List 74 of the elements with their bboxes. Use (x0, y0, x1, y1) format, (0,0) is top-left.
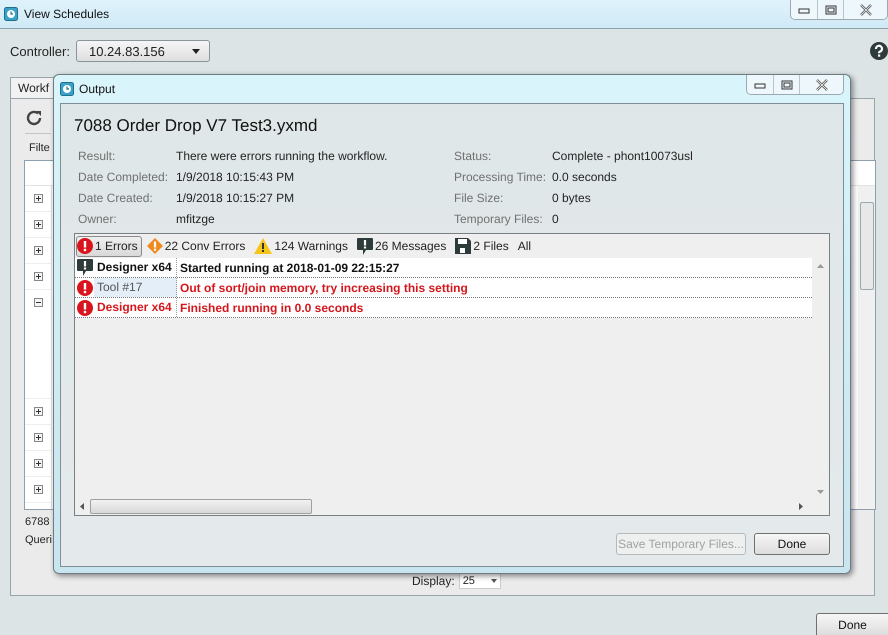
controller-label: Controller: (10, 44, 70, 58)
scroll-left-icon[interactable] (80, 503, 84, 510)
message-text: Out of sort/join memory, try increasing this setting (179, 280, 468, 294)
message-source[interactable]: Tool #17 (94, 278, 177, 297)
expander-icon[interactable] (34, 433, 42, 442)
refresh-icon[interactable] (25, 109, 43, 127)
done-button[interactable]: Done (754, 533, 830, 555)
detail-label: File Size: (454, 190, 504, 204)
filter-button[interactable]: 26 Messages (356, 236, 450, 256)
detail-value: 0 bytes (552, 190, 591, 204)
detail-label: Status: (454, 148, 492, 162)
clock-icon (60, 82, 74, 96)
close-icon (814, 78, 828, 90)
expander-icon[interactable] (34, 220, 42, 229)
close-button[interactable] (799, 75, 843, 94)
warning-icon (254, 238, 272, 254)
filter-button[interactable]: 22 Conv Errors (146, 236, 250, 256)
maximize-button[interactable] (773, 75, 799, 94)
expander-icon[interactable] (34, 459, 42, 468)
filter-button[interactable]: All (516, 236, 536, 256)
message-text: Finished running in 0.0 seconds (179, 300, 364, 314)
detail-label: Temporary Files: (454, 212, 544, 226)
message-icon (356, 238, 373, 254)
filter-button[interactable]: 2 Files (454, 236, 513, 256)
workflow-title: 7088 Order Drop V7 Test3.yxmd (74, 116, 318, 137)
save-icon (455, 238, 472, 254)
expander-icon[interactable] (34, 272, 42, 281)
expander-icon[interactable] (34, 485, 42, 494)
maximize-icon (780, 80, 792, 90)
scroll-right-icon[interactable] (799, 503, 803, 510)
detail-value: Complete - phont10073usl (552, 148, 693, 162)
detail-value: 1/9/2018 10:15:43 PM (176, 170, 294, 184)
error-icon (77, 238, 93, 254)
minimize-icon (798, 6, 810, 14)
status-text: Queri (25, 534, 52, 546)
detail-value: 0 (552, 212, 559, 226)
caret-icon (490, 578, 497, 582)
expander-icon[interactable] (34, 407, 42, 416)
done-button[interactable]: Done (816, 613, 888, 635)
message-text: Started running at 2018-01-09 22:15:27 (179, 260, 400, 274)
detail-label: Owner: (78, 212, 118, 226)
expander-icon[interactable] (34, 194, 42, 203)
controller-dropdown[interactable]: 10.24.83.156 (76, 40, 210, 62)
minimize-button[interactable] (747, 75, 773, 94)
minimize-button[interactable] (791, 0, 817, 19)
dialog-title: Output (79, 82, 116, 96)
maximize-button[interactable] (817, 0, 843, 19)
detail-label: Date Created: (78, 190, 154, 204)
detail-value: 0.0 seconds (552, 170, 617, 184)
close-button[interactable] (843, 0, 887, 19)
detail-value: 1/9/2018 10:15:27 PM (176, 190, 294, 204)
vertical-scrollbar[interactable] (858, 186, 875, 509)
filter-label: Filte (29, 142, 51, 154)
detail-label: Result: (78, 148, 116, 162)
detail-value: mfitzge (176, 212, 215, 226)
detail-label: Processing Time: (454, 170, 548, 184)
filter-button[interactable]: 124 Warnings (253, 236, 352, 256)
status-text: 6788 (25, 516, 50, 528)
clock-icon (4, 7, 18, 21)
message-source[interactable]: Designer x64 (94, 298, 177, 317)
maximize-icon (824, 4, 836, 14)
detail-label: Date Completed: (78, 170, 170, 184)
expander-icon[interactable] (34, 298, 42, 307)
caret-icon (192, 48, 200, 54)
display-label: Display: (412, 574, 455, 588)
warning-diamond-icon (146, 238, 163, 254)
expander-icon[interactable] (34, 246, 42, 255)
message-source[interactable]: Designer x64 (94, 258, 177, 277)
window-title: View Schedules (24, 7, 110, 21)
filter-button[interactable]: 1 Errors (76, 236, 142, 256)
detail-value: There were errors running the workflow. (176, 148, 388, 162)
help-icon[interactable] (870, 42, 888, 60)
close-icon (858, 4, 872, 16)
minimize-icon (754, 80, 766, 88)
